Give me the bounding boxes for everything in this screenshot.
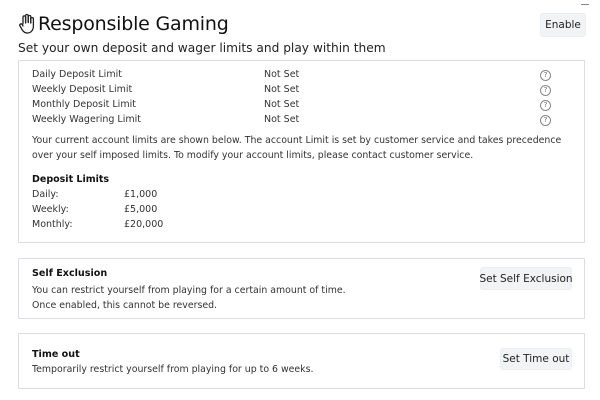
help-icon[interactable]: ? — [540, 100, 551, 111]
enable-button[interactable]: Enable — [540, 13, 586, 37]
help-icon[interactable]: ? — [540, 85, 551, 96]
limit-row-daily-deposit: Daily Deposit Limit Not Set ? — [32, 69, 572, 83]
limit-label: Daily Deposit Limit — [32, 69, 122, 80]
page-header: Responsible Gaming Enable — [18, 13, 586, 39]
limit-row-weekly-deposit: Weekly Deposit Limit Not Set ? — [32, 84, 572, 98]
deposit-value: £1,000 — [124, 189, 158, 200]
deposit-label: Monthly: — [32, 219, 73, 230]
deposit-label: Weekly: — [32, 204, 69, 215]
limit-value: Not Set — [264, 99, 300, 110]
limits-card: Daily Deposit Limit Not Set ? Weekly Dep… — [18, 60, 585, 243]
self-exclusion-description: You can restrict yourself from playing f… — [32, 285, 346, 311]
deposit-row-monthly: Monthly: £20,000 — [32, 219, 232, 233]
top-edge-mark — [581, 4, 589, 5]
page-title: Responsible Gaming — [38, 13, 229, 35]
deposit-row-daily: Daily: £1,000 — [32, 189, 232, 203]
time-out-description: Temporarily restrict yourself from playi… — [32, 364, 314, 375]
title-group: Responsible Gaming — [18, 13, 229, 35]
self-exclusion-card: Self Exclusion You can restrict yourself… — [18, 258, 585, 319]
set-time-out-button[interactable]: Set Time out — [500, 348, 572, 370]
limit-label: Weekly Deposit Limit — [32, 84, 133, 95]
deposit-value: £20,000 — [124, 219, 164, 230]
time-out-title: Time out — [32, 349, 80, 360]
account-limits-info: Your current account limits are shown be… — [32, 135, 562, 161]
self-exclusion-title: Self Exclusion — [32, 268, 108, 279]
limit-label: Weekly Wagering Limit — [32, 114, 141, 125]
set-self-exclusion-button[interactable]: Set Self Exclusion — [479, 267, 573, 290]
deposit-value: £5,000 — [124, 204, 158, 215]
deposit-row-weekly: Weekly: £5,000 — [32, 204, 232, 218]
limit-value: Not Set — [264, 84, 300, 95]
page-subtitle: Set your own deposit and wager limits an… — [18, 41, 386, 55]
help-icon[interactable]: ? — [540, 70, 551, 81]
limit-value: Not Set — [264, 114, 300, 125]
help-icon[interactable]: ? — [540, 115, 551, 126]
limit-value: Not Set — [264, 69, 300, 80]
hand-icon — [18, 13, 36, 35]
limit-label: Monthly Deposit Limit — [32, 99, 136, 110]
limit-row-monthly-deposit: Monthly Deposit Limit Not Set ? — [32, 99, 572, 113]
deposit-limits-heading: Deposit Limits — [32, 174, 110, 185]
deposit-label: Daily: — [32, 189, 59, 200]
limit-row-weekly-wagering: Weekly Wagering Limit Not Set ? — [32, 114, 572, 128]
time-out-card: Time out Temporarily restrict yourself f… — [18, 333, 585, 389]
